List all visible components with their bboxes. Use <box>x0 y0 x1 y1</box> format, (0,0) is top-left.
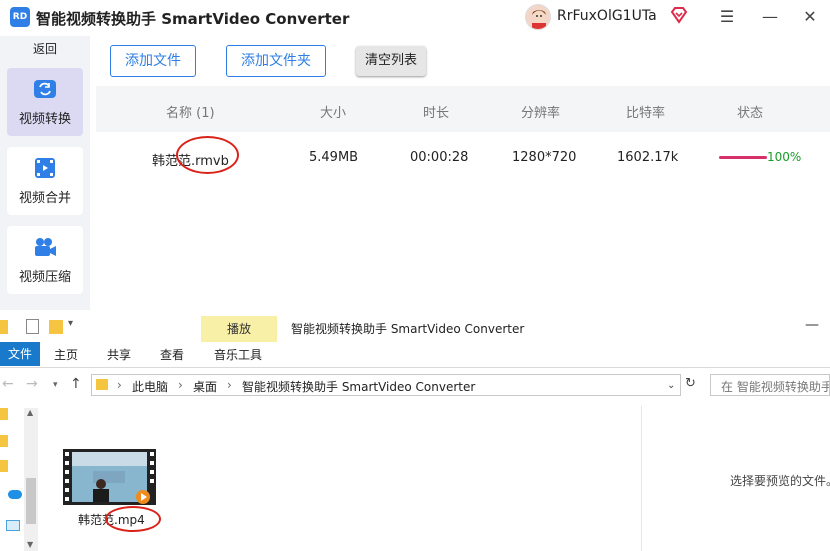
column-name-header[interactable]: 名称 (1) <box>166 102 215 121</box>
breadcrumb-folder[interactable]: 智能视频转换助手 SmartVideo Converter <box>242 378 475 395</box>
close-icon[interactable]: ✕ <box>799 6 821 28</box>
refresh-icon[interactable]: ↻ <box>685 376 696 391</box>
recent-chevron-icon[interactable]: ▾ <box>53 380 58 390</box>
minimize-icon[interactable]: — <box>805 317 819 333</box>
sidebar-item-video-compress[interactable]: 视频压缩 <box>7 226 83 294</box>
column-status-header[interactable]: 状态 <box>737 102 763 121</box>
annotation-ellipse <box>176 136 239 174</box>
quick-access-toolbar: ▾ <box>0 318 80 336</box>
folder-icon[interactable] <box>0 435 8 447</box>
this-pc-icon[interactable] <box>6 520 20 531</box>
tab-play[interactable]: 播放 <box>201 316 277 342</box>
preview-pane-divider <box>641 406 642 551</box>
add-file-button[interactable]: 添加文件 <box>110 45 196 77</box>
address-dropdown-icon[interactable]: ⌄ <box>667 380 675 391</box>
sidebar-item-video-convert[interactable]: 视频转换 <box>7 68 83 136</box>
username[interactable]: RrFuxOlG1UTa <box>557 8 657 24</box>
hamburger-icon[interactable]: ☰ <box>716 6 738 28</box>
column-duration-header[interactable]: 时长 <box>423 102 449 121</box>
menu-music-tools[interactable]: 音乐工具 <box>214 346 262 363</box>
column-size-header[interactable]: 大小 <box>320 102 346 121</box>
sidebar-item-label: 视频转换 <box>18 112 71 127</box>
breadcrumb-desktop[interactable]: 桌面 <box>193 378 217 395</box>
sidebar-item-video-merge[interactable]: 视频合并 <box>7 147 83 215</box>
properties-icon[interactable] <box>26 319 39 334</box>
up-arrow-icon[interactable]: ↑ <box>70 376 82 392</box>
preview-hint: 选择要预览的文件。 <box>730 474 830 488</box>
video-merge-icon <box>35 158 55 178</box>
breadcrumb-separator: › <box>178 378 183 392</box>
folder-icon[interactable] <box>0 408 8 420</box>
back-button[interactable]: 返回 <box>0 40 90 57</box>
clear-list-button[interactable]: 清空列表 <box>356 46 426 76</box>
video-convert-icon <box>34 80 56 98</box>
file-bitrate-cell: 1602.17k <box>617 150 679 165</box>
forward-arrow-icon[interactable]: → <box>26 376 38 392</box>
breadcrumb-this-pc[interactable]: 此电脑 <box>132 378 168 395</box>
new-folder-icon[interactable] <box>49 320 63 334</box>
folder-icon[interactable] <box>0 460 8 472</box>
explorer-window: ▾ 播放 智能视频转换助手 SmartVideo Converter — 文件 … <box>0 310 830 551</box>
folder-icon <box>96 379 108 390</box>
menu-share[interactable]: 共享 <box>107 346 131 363</box>
search-input[interactable]: 在 智能视频转换助手 SmartVideo Converter 中搜索 <box>710 374 830 396</box>
user-avatar[interactable] <box>525 4 551 30</box>
file-duration-cell: 00:00:28 <box>410 150 469 165</box>
sidebar-item-label: 视频压缩 <box>18 270 71 285</box>
scroll-up-icon[interactable]: ▲ <box>27 408 33 417</box>
breadcrumb-separator: › <box>117 378 122 392</box>
folder-icon[interactable] <box>0 320 8 334</box>
status-text: 100% <box>767 150 802 164</box>
annotation-ellipse <box>105 506 161 532</box>
menu-view[interactable]: 查看 <box>160 346 184 363</box>
column-bitrate-header[interactable]: 比特率 <box>626 102 665 121</box>
menu-file[interactable]: 文件 <box>0 342 40 366</box>
minimize-icon[interactable]: — <box>759 6 781 28</box>
column-resolution-header[interactable]: 分辨率 <box>521 102 560 121</box>
onedrive-cloud-icon[interactable] <box>8 490 22 499</box>
progress-bar <box>719 156 767 159</box>
file-size-cell: 5.49MB <box>309 150 359 165</box>
chevron-down-icon[interactable]: ▾ <box>68 318 73 329</box>
vip-diamond-icon[interactable] <box>670 6 688 24</box>
file-resolution-cell: 1280*720 <box>512 150 577 165</box>
video-thumbnail <box>63 449 156 505</box>
scroll-down-icon[interactable]: ▼ <box>27 540 33 549</box>
back-arrow-icon[interactable]: ← <box>2 376 14 392</box>
add-folder-button[interactable]: 添加文件夹 <box>226 45 326 77</box>
explorer-title: 智能视频转换助手 SmartVideo Converter <box>291 322 525 336</box>
video-compress-icon <box>35 238 56 256</box>
sidebar-item-label: 视频合并 <box>18 191 71 206</box>
scrollbar-thumb[interactable] <box>26 478 36 524</box>
menu-home[interactable]: 主页 <box>54 346 78 363</box>
converter-window: RD 智能视频转换助手 SmartVideo Converter RrFuxOl… <box>0 0 830 310</box>
app-title: 智能视频转换助手 SmartVideo Converter <box>36 10 350 28</box>
breadcrumb-separator: › <box>227 378 232 392</box>
app-logo-icon: RD <box>10 7 30 27</box>
